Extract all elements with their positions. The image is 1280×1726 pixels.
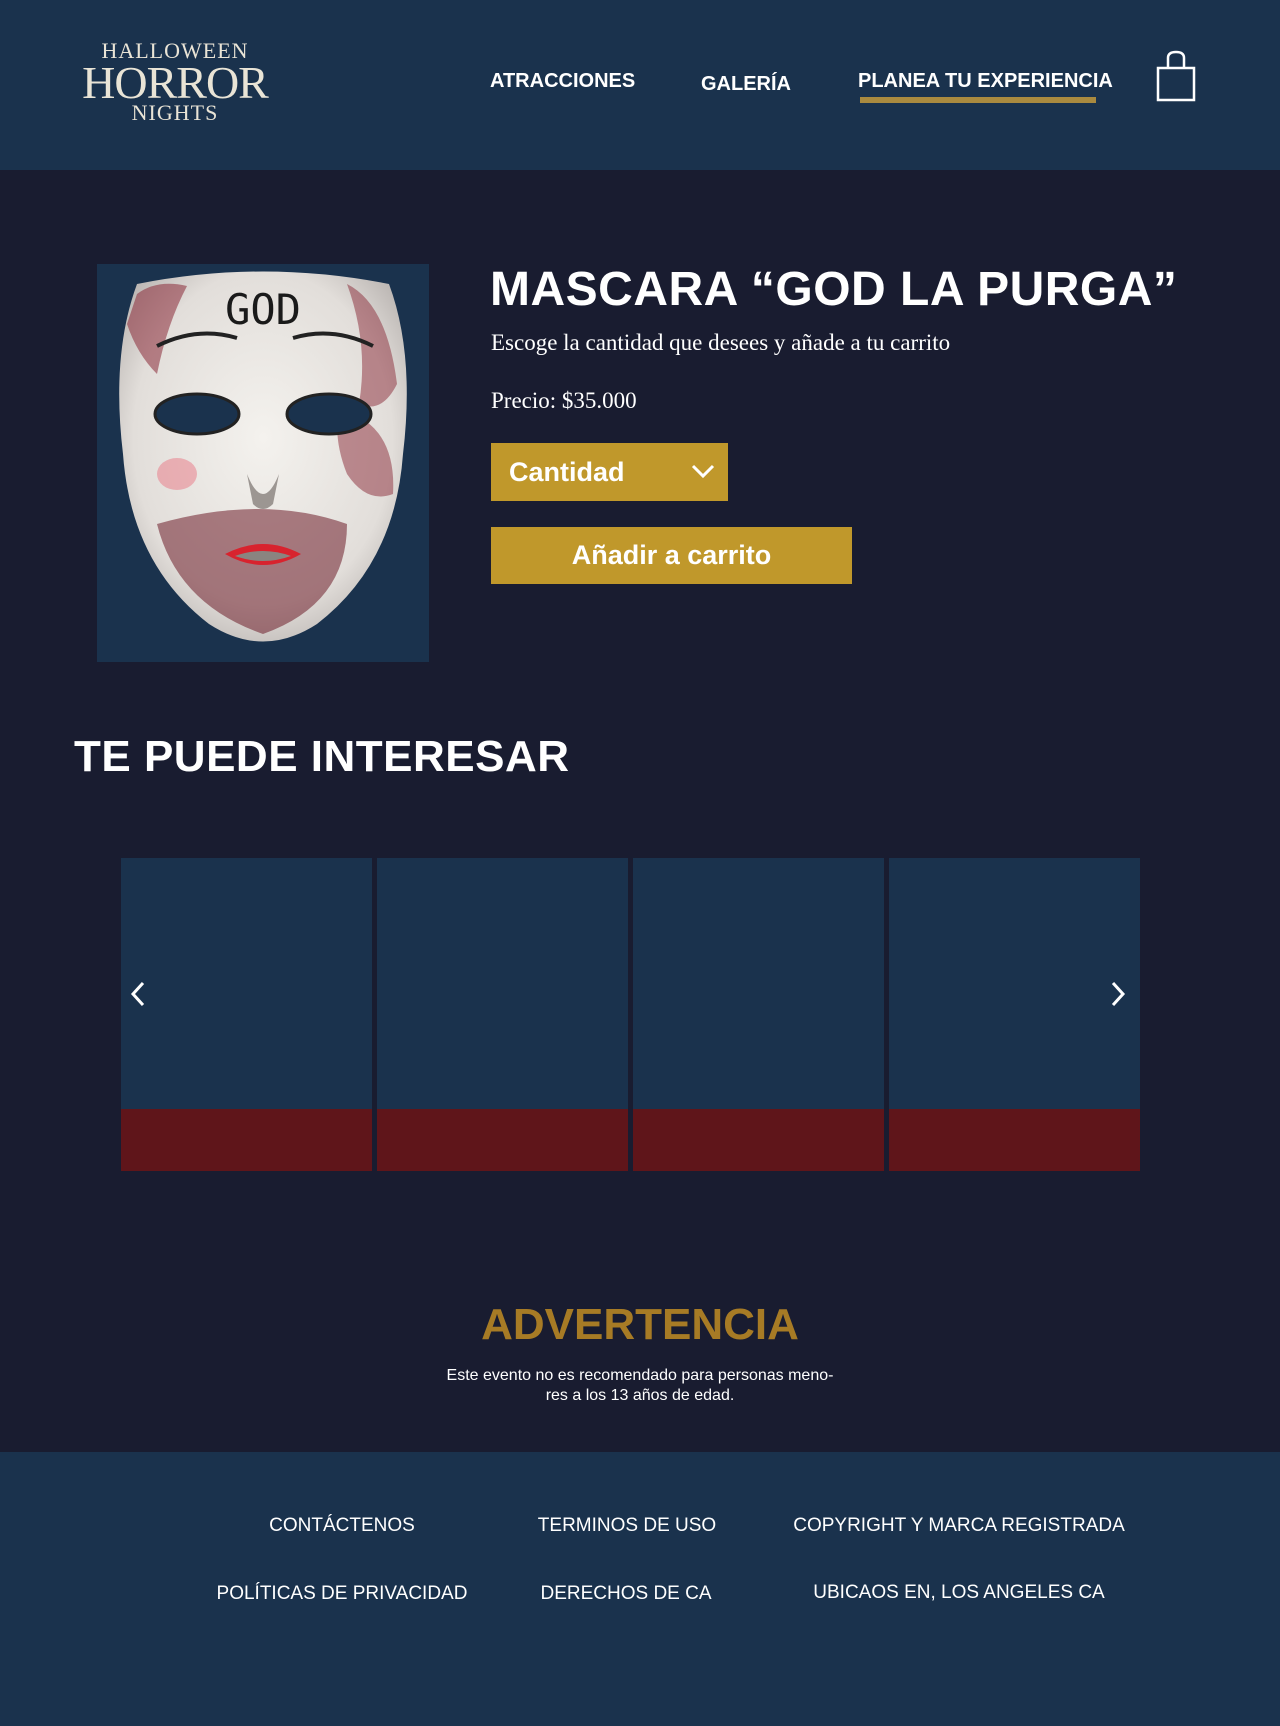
recommended-card[interactable] [889,858,1140,1171]
footer-link-ubicacion[interactable]: UBICAOS EN, LOS ANGELES CA [813,1582,1104,1604]
recommended-section-title: TE PUEDE INTERESAR [74,732,570,781]
add-to-cart-button[interactable]: Añadir a carrito [491,527,852,584]
recommended-card[interactable] [633,858,884,1171]
recommended-card[interactable] [121,858,372,1171]
product-image: GOD [97,264,429,662]
warning-title: ADVERTENCIA [481,1300,799,1349]
footer-link-terminos-de-uso[interactable]: TERMINOS DE USO [538,1515,716,1537]
nav-atracciones[interactable]: ATRACCIONES [490,70,635,93]
warning-text-line-1: Este evento no es recomendado para perso… [446,1367,834,1384]
product-subtitle: Escoge la cantidad que desees y añade a … [491,330,951,355]
quantity-select-label: Cantidad [509,457,625,487]
footer-link-derechos-de-ca[interactable]: DERECHOS DE CA [540,1583,711,1605]
card-footer-band [889,1109,1140,1171]
site-footer: CONTÁCTENOS TERMINOS DE USO COPYRIGHT Y … [0,1452,1280,1726]
halloween-horror-nights-logo[interactable]: HALLOWEEN HORROR NIGHTS [80,40,270,125]
footer-link-contactenos[interactable]: CONTÁCTENOS [269,1515,415,1537]
nav-planea-tu-experiencia[interactable]: PLANEA TU EXPERIENCIA [858,70,1113,93]
card-footer-band [377,1109,628,1171]
site-header: HALLOWEEN HORROR NIGHTS ATRACCIONES GALE… [0,0,1280,170]
recommended-card[interactable] [377,858,628,1171]
chevron-down-icon [691,464,715,479]
card-footer-band [633,1109,884,1171]
quantity-select[interactable]: Cantidad [491,443,728,501]
warning-text: Este evento no es recomendado para perso… [440,1366,840,1406]
nav-galeria[interactable]: GALERÍA [701,73,791,96]
warning-text-line-2: res a los 13 años de edad. [545,1387,735,1404]
product-title: MASCARA “GOD LA PURGA” [490,263,1178,316]
active-nav-underline [860,97,1096,103]
product-price: Precio: $35.000 [491,388,637,413]
purge-mask-image: GOD [119,271,407,642]
mask-lettering: GOD [225,285,301,334]
card-footer-band [121,1109,372,1171]
chevron-left-icon[interactable] [130,981,146,1007]
chevron-right-icon[interactable] [1110,981,1126,1007]
footer-link-copyright[interactable]: COPYRIGHT Y MARCA REGISTRADA [793,1515,1125,1537]
shopping-bag-icon[interactable] [1156,50,1196,102]
footer-link-politicas-de-privacidad[interactable]: POLÍTICAS DE PRIVACIDAD [217,1583,468,1605]
